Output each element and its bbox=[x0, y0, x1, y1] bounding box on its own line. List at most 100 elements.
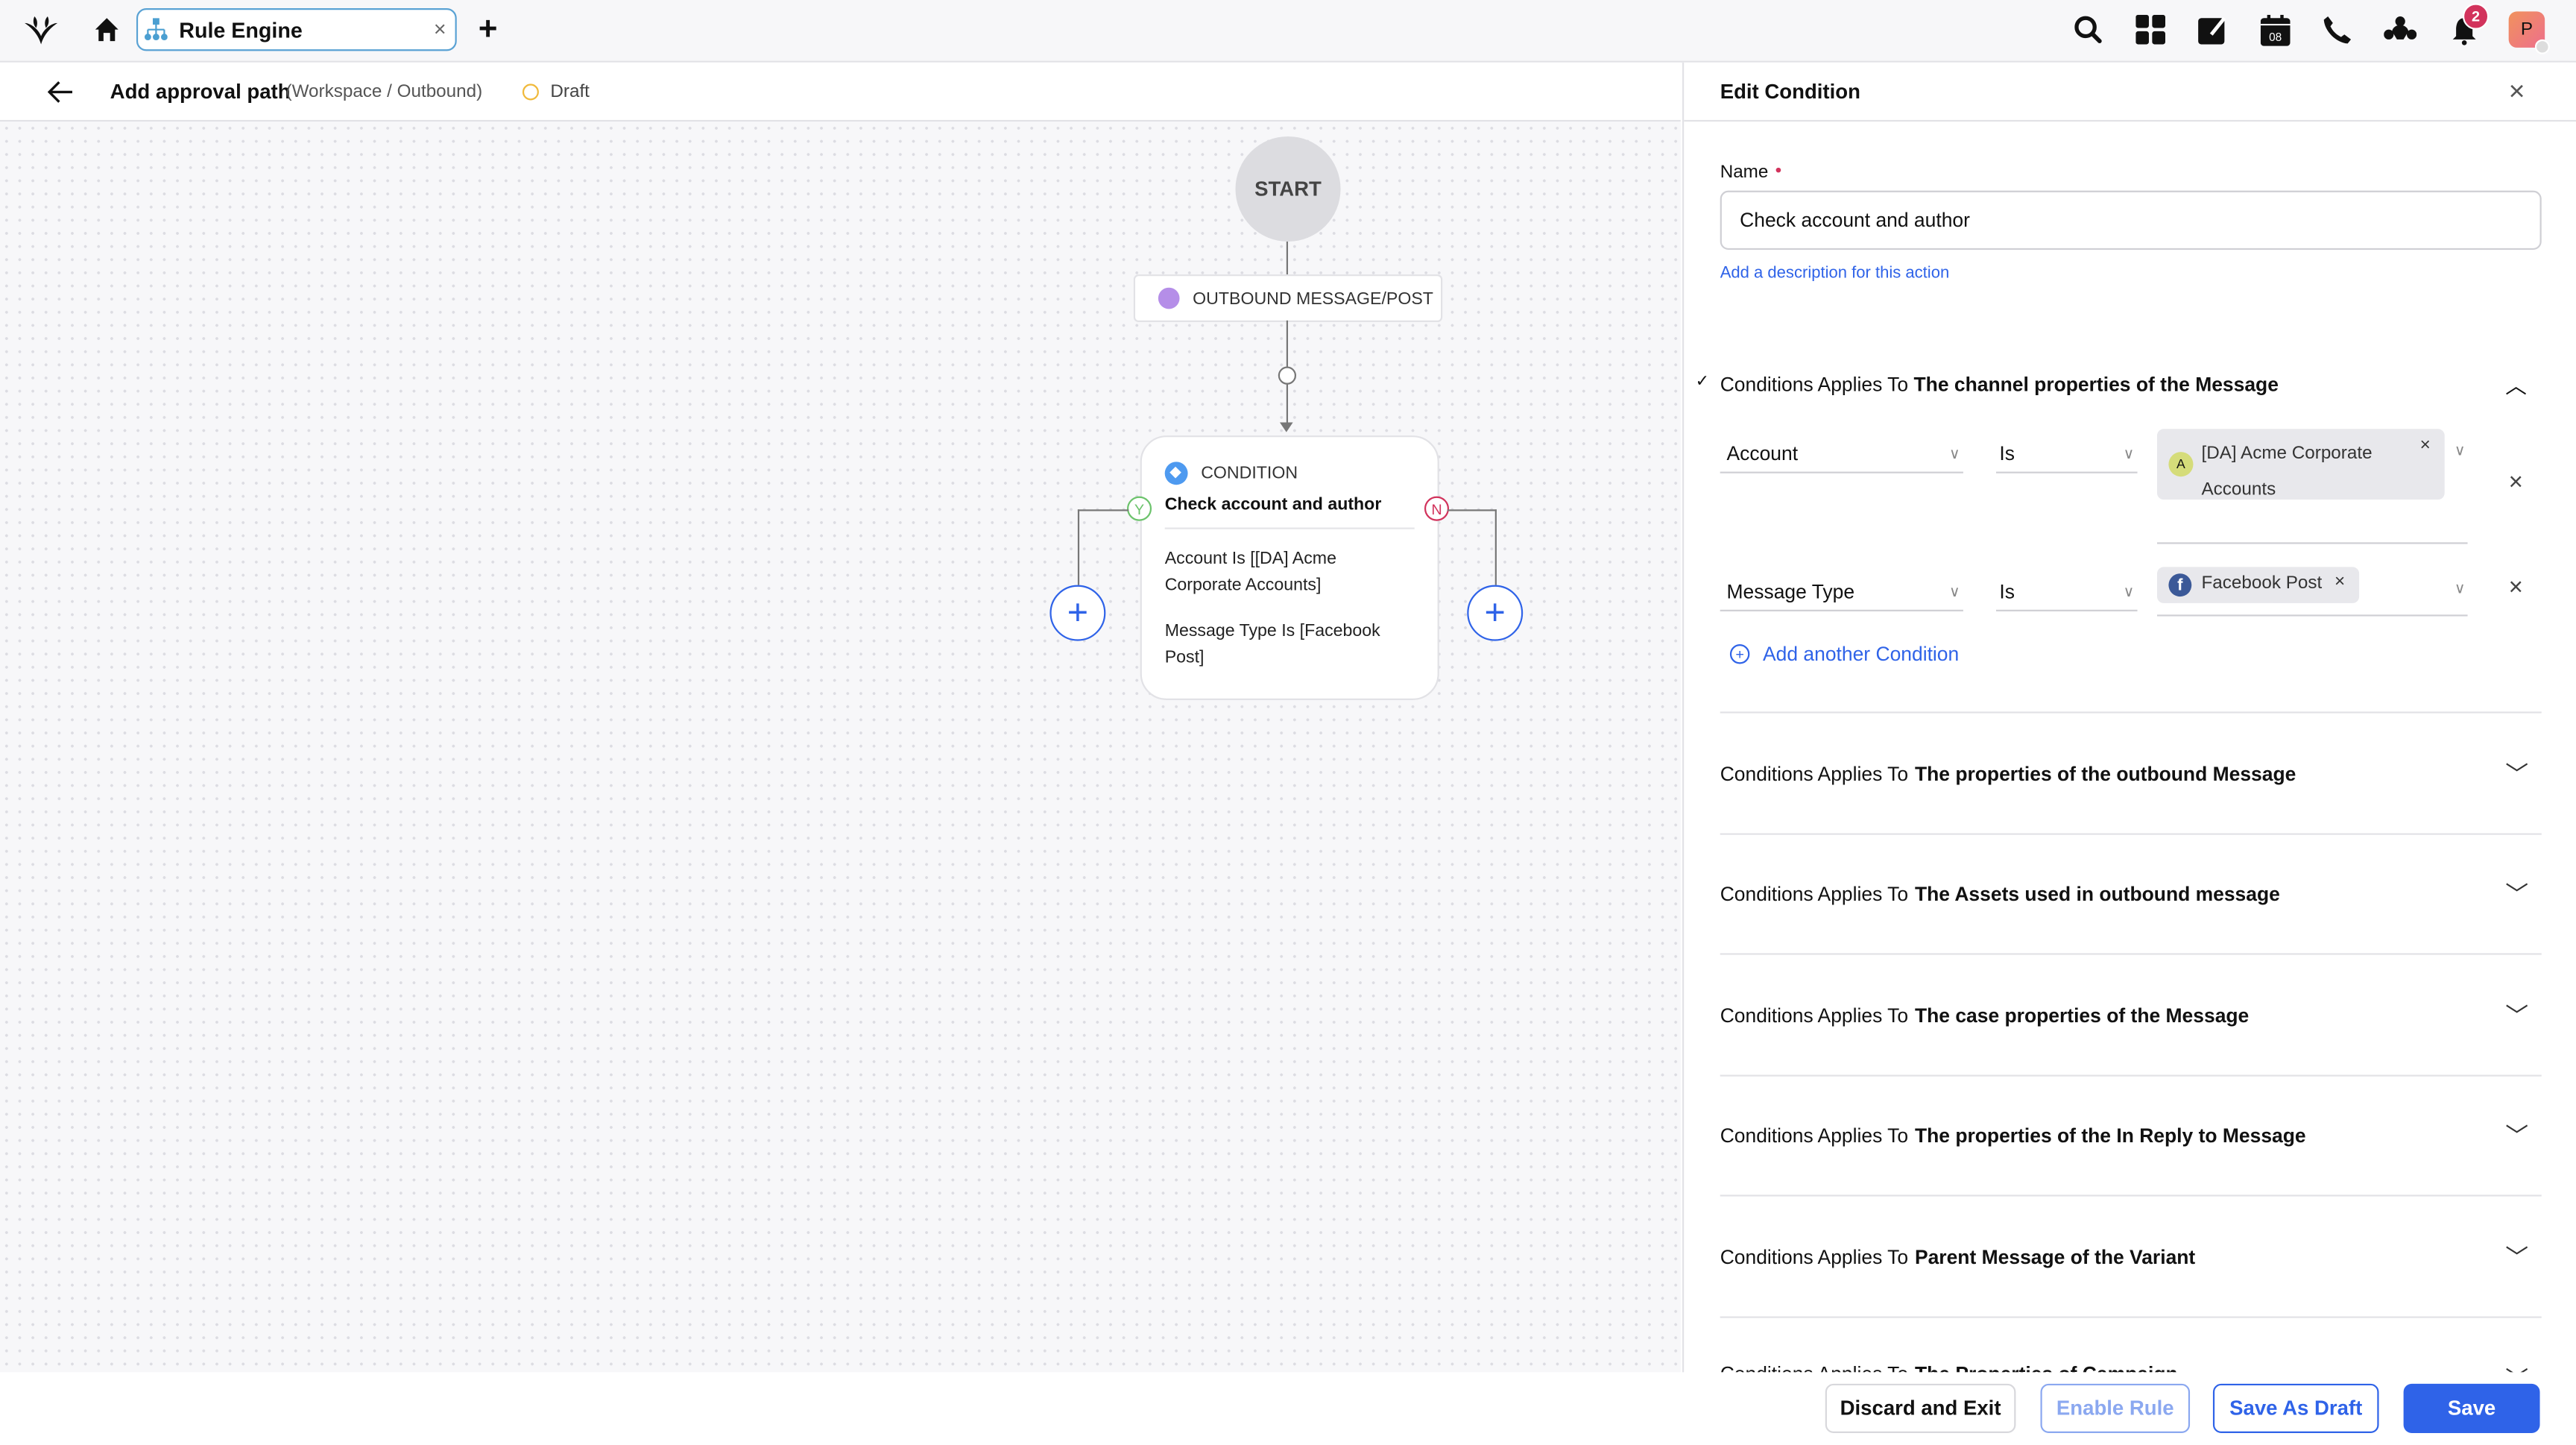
status-badge: Draft bbox=[550, 82, 590, 102]
operator-value: Is bbox=[1999, 580, 2015, 603]
tab-rule-engine[interactable]: Rule Engine × bbox=[136, 8, 457, 51]
field-select-account[interactable]: Account ∨ bbox=[1720, 435, 1963, 473]
flow-canvas[interactable]: START OUTBOUND MESSAGE/POST CONDITION Ch… bbox=[0, 122, 1681, 1373]
remove-condition-icon[interactable]: × bbox=[2509, 468, 2523, 496]
section-case-properties[interactable]: Conditions Applies To The case properties… bbox=[1720, 955, 2542, 1077]
page-header: Add approval path (Workspace / Outbound)… bbox=[0, 62, 1681, 122]
save-button[interactable]: Save bbox=[2403, 1383, 2540, 1433]
remove-chip-icon[interactable]: × bbox=[2420, 435, 2431, 455]
field-value: Message Type bbox=[1726, 580, 1855, 603]
condition-summary-1: Account Is [[DA] Acme Corporate Accounts… bbox=[1164, 549, 1336, 595]
search-icon[interactable] bbox=[2071, 13, 2104, 46]
tab-label: Rule Engine bbox=[179, 18, 303, 43]
avatar-initial: P bbox=[2520, 19, 2533, 40]
section-title: The case properties of the Message bbox=[1914, 1003, 2250, 1027]
add-description-link[interactable]: Add a description for this action bbox=[1720, 265, 1950, 283]
chevron-down-icon: ﹀ bbox=[2505, 1121, 2529, 1148]
top-bar: Rule Engine × + 08 2 P bbox=[0, 0, 2576, 63]
section-campaign[interactable]: Conditions Applies To The Properties of C… bbox=[1720, 1316, 2542, 1372]
operator-select-account[interactable]: Is ∨ bbox=[1995, 435, 2138, 473]
add-no-step-button[interactable]: + bbox=[1467, 585, 1524, 641]
section-assets[interactable]: Conditions Applies To The Assets used in … bbox=[1720, 833, 2542, 955]
name-label: Name bbox=[1720, 163, 1769, 183]
operator-value: Is bbox=[1999, 441, 2015, 465]
applies-prefix: Conditions Applies To bbox=[1720, 1123, 1909, 1147]
chip-label: Facebook Post bbox=[2201, 573, 2323, 594]
condition-type: CONDITION bbox=[1201, 463, 1298, 484]
apps-grid-icon[interactable] bbox=[2134, 13, 2167, 46]
chevron-down-icon[interactable]: ∨ bbox=[2455, 580, 2466, 598]
chevron-down-icon: ﹀ bbox=[2505, 760, 2529, 787]
arrow-head bbox=[1279, 422, 1293, 432]
add-condition-button[interactable]: + Add another Condition bbox=[1729, 642, 1960, 666]
chevron-down-icon: ﹀ bbox=[2505, 880, 2529, 907]
page-title: Add approval path bbox=[110, 81, 291, 104]
value-chip-facebook-post[interactable]: f Facebook Post × bbox=[2156, 567, 2360, 603]
condition-summary-2: Message Type Is [Facebook Post] bbox=[1164, 621, 1380, 667]
home-icon[interactable] bbox=[92, 15, 121, 45]
section-title: The channel properties of the Message bbox=[1913, 373, 2279, 397]
start-node[interactable]: START bbox=[1235, 136, 1341, 242]
chevron-down-icon: ∨ bbox=[2123, 444, 2135, 462]
draft-status-icon bbox=[522, 84, 539, 101]
notification-badge: 2 bbox=[2462, 3, 2490, 30]
operator-select-message-type[interactable]: Is ∨ bbox=[1995, 573, 2138, 611]
section-in-reply-to[interactable]: Conditions Applies To The properties of t… bbox=[1720, 1074, 2542, 1197]
chevron-down-icon: ﹀ bbox=[2505, 1001, 2529, 1028]
applies-prefix: Conditions Applies To bbox=[1720, 1362, 1908, 1372]
check-icon: ✓ bbox=[1695, 373, 1710, 391]
applies-prefix: Conditions Applies To bbox=[1720, 373, 1909, 397]
new-tab-icon[interactable]: + bbox=[473, 10, 503, 46]
value-chip-account[interactable]: A [DA] Acme Corporate Accounts × bbox=[2156, 429, 2445, 500]
calendar-icon[interactable]: 08 bbox=[2259, 13, 2292, 46]
required-indicator bbox=[1775, 167, 1781, 173]
compose-icon[interactable] bbox=[2197, 13, 2229, 46]
section-title: The properties of the In Reply to Messag… bbox=[1914, 1123, 2306, 1147]
condition-name: Check account and author bbox=[1164, 494, 1382, 514]
edit-condition-panel: Edit Condition × Name Add a description … bbox=[1682, 62, 2576, 1373]
section-title: The Properties of Campaign bbox=[1915, 1362, 2178, 1372]
chevron-down-icon: ∨ bbox=[1948, 582, 1960, 599]
message-icon bbox=[1158, 287, 1180, 309]
applies-prefix: Conditions Applies To bbox=[1720, 1003, 1909, 1027]
hierarchy-icon bbox=[144, 18, 168, 41]
field-value: Account bbox=[1726, 441, 1799, 465]
section-parent-variant[interactable]: Conditions Applies To Parent Message of t… bbox=[1720, 1197, 2542, 1318]
remove-chip-icon[interactable]: × bbox=[2334, 572, 2345, 591]
logo-icon[interactable] bbox=[23, 13, 59, 46]
condition-diamond-icon bbox=[1164, 462, 1188, 485]
name-input[interactable] bbox=[1720, 190, 2542, 251]
field-select-message-type[interactable]: Message Type ∨ bbox=[1720, 573, 1963, 611]
add-circle-icon: + bbox=[1729, 644, 1750, 664]
community-icon[interactable] bbox=[2384, 13, 2417, 46]
enable-rule-button[interactable]: Enable Rule bbox=[2040, 1383, 2191, 1433]
condition-node[interactable]: CONDITION Check account and author Accou… bbox=[1140, 435, 1439, 700]
applies-prefix: Conditions Applies To bbox=[1720, 1244, 1909, 1268]
page-context: (Workspace / Outbound) bbox=[285, 82, 483, 102]
close-panel-icon[interactable]: × bbox=[2509, 75, 2525, 108]
trigger-node[interactable]: OUTBOUND MESSAGE/POST bbox=[1133, 274, 1443, 323]
close-tab-icon[interactable]: × bbox=[434, 16, 446, 41]
presence-dot bbox=[2534, 39, 2550, 54]
section-header-channel[interactable]: Conditions Applies To The channel proper… bbox=[1720, 373, 2279, 396]
calendar-day: 08 bbox=[2269, 31, 2282, 43]
add-condition-label: Add another Condition bbox=[1762, 642, 1960, 666]
section-title: The Assets used in outbound message bbox=[1914, 881, 2280, 905]
no-branch-handle[interactable]: N bbox=[1424, 496, 1450, 521]
section-outbound-message[interactable]: Conditions Applies To The properties of t… bbox=[1720, 714, 2542, 835]
facebook-icon: f bbox=[2168, 573, 2192, 597]
back-arrow-icon[interactable] bbox=[46, 79, 76, 105]
section-title: Parent Message of the Variant bbox=[1914, 1244, 2196, 1268]
save-as-draft-button[interactable]: Save As Draft bbox=[2212, 1383, 2379, 1433]
chevron-up-icon[interactable]: ︿ bbox=[2505, 368, 2527, 400]
phone-icon[interactable] bbox=[2321, 13, 2354, 46]
discard-and-exit-button[interactable]: Discard and Exit bbox=[1825, 1383, 2016, 1433]
chevron-down-icon[interactable]: ∨ bbox=[2455, 442, 2466, 460]
chevron-down-icon: ∨ bbox=[2123, 582, 2135, 599]
applies-prefix: Conditions Applies To bbox=[1720, 761, 1909, 785]
yes-branch-handle[interactable]: Y bbox=[1127, 496, 1152, 521]
add-yes-step-button[interactable]: + bbox=[1049, 585, 1106, 641]
connector-handle[interactable] bbox=[1278, 366, 1297, 385]
remove-condition-icon[interactable]: × bbox=[2509, 573, 2523, 601]
trigger-label: OUTBOUND MESSAGE/POST bbox=[1193, 289, 1433, 309]
